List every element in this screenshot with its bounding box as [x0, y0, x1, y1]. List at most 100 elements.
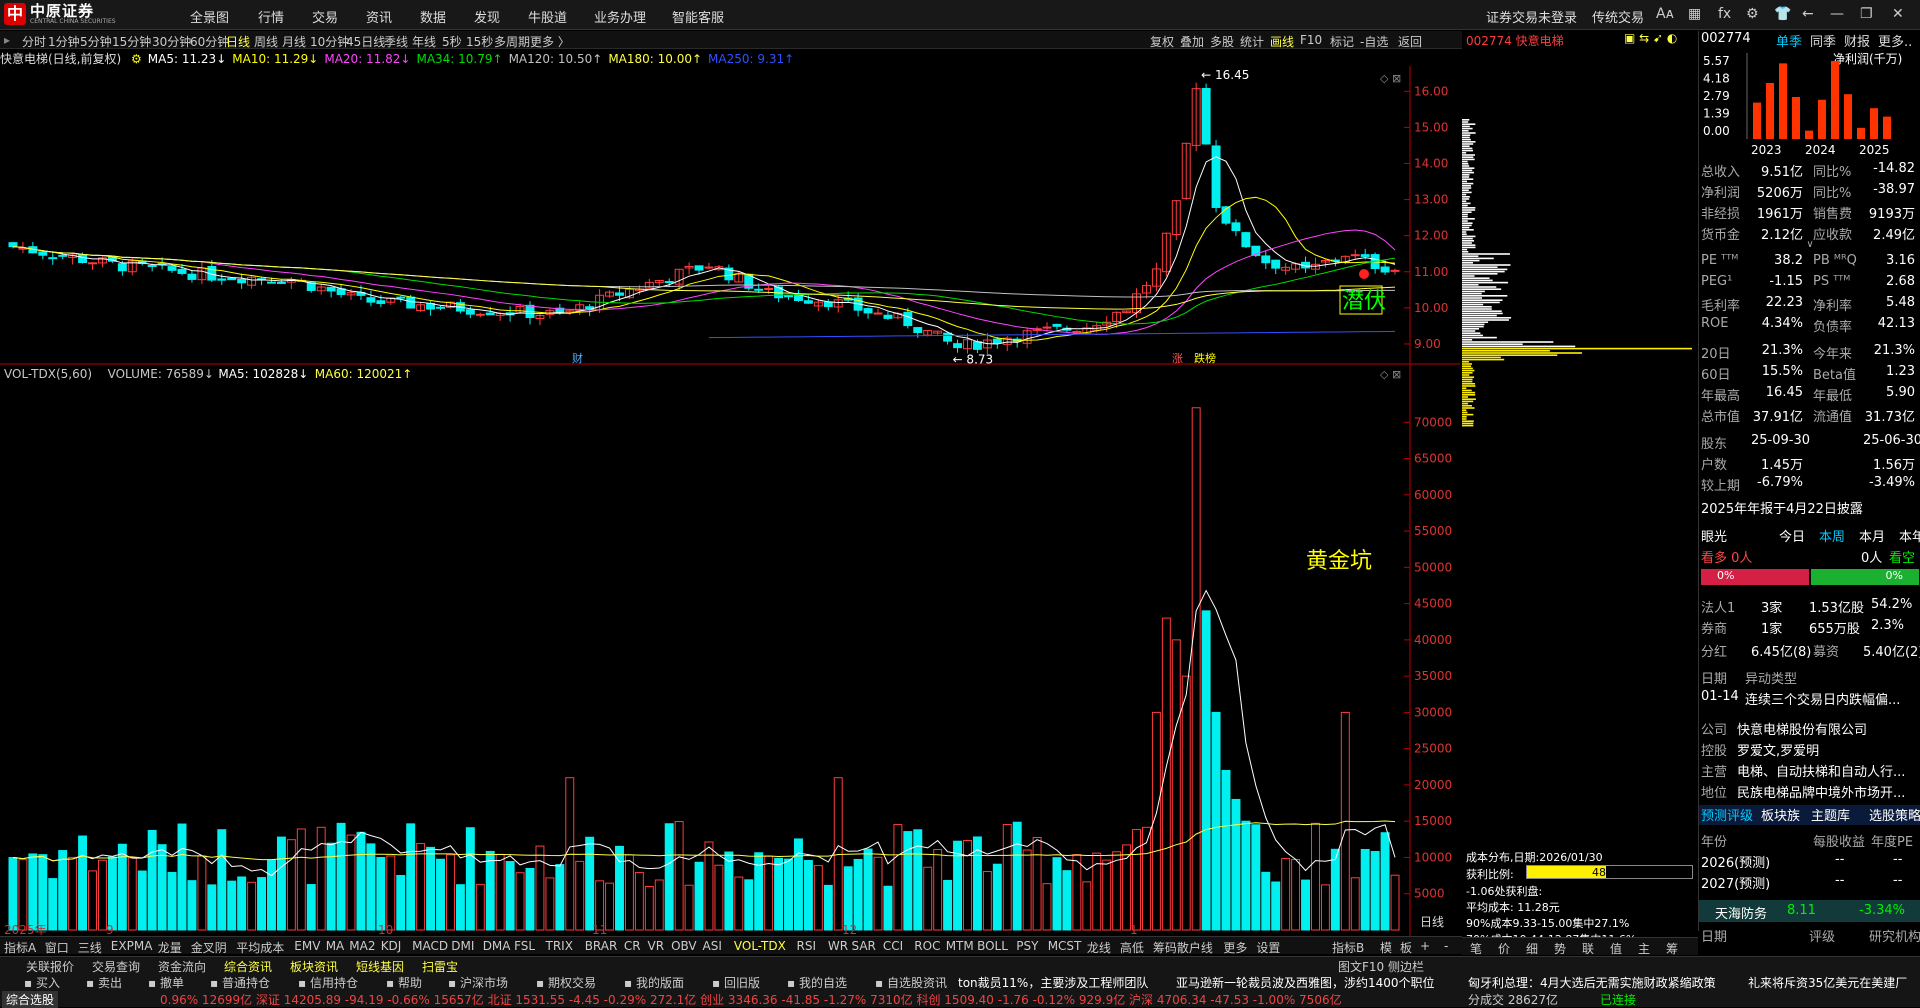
composite-select[interactable]: 综合选股 — [2, 991, 59, 1008]
status-link-5[interactable]: 短线基因 — [356, 958, 404, 975]
quick-action-3[interactable]: ▪ 普通持仓 — [210, 974, 270, 991]
period-7[interactable]: 周线 — [254, 33, 278, 50]
indicator-3[interactable]: EXPMA — [111, 939, 153, 953]
bear-label[interactable]: 看空 — [1889, 547, 1915, 566]
quick-action-6[interactable]: ▪ 沪深市场 — [448, 974, 508, 991]
indicator-19[interactable]: OBV — [671, 939, 697, 953]
chart-controls[interactable]: ◇ ⊠ — [1380, 72, 1401, 85]
quick-action-1[interactable]: ▪ 卖出 — [86, 974, 122, 991]
close-icon[interactable]: ✕ — [1892, 6, 1904, 22]
bottom-tab-0[interactable]: 预测评级 — [1701, 805, 1753, 824]
toolbar-2[interactable]: 多股 — [1210, 33, 1234, 50]
menu-service[interactable]: 智能客服 — [672, 7, 724, 26]
back-arrow-icon[interactable]: ← — [1802, 6, 1814, 22]
restore-icon[interactable]: ❐ — [1860, 6, 1873, 22]
grid-icon[interactable]: ▦ — [1688, 6, 1701, 22]
settings-icon[interactable]: ⚙ — [131, 52, 142, 66]
indicator-17[interactable]: CR — [624, 939, 641, 953]
profile-tab-2[interactable]: 细 — [1526, 940, 1538, 957]
quick-action-4[interactable]: ▪ 信用持仓 — [298, 974, 358, 991]
tab-same-quarter[interactable]: 同季 — [1810, 31, 1836, 50]
tab-quarter[interactable]: 单季 — [1776, 31, 1802, 50]
indicator-22[interactable]: RSI — [797, 939, 817, 953]
indicator-35[interactable]: 设置 — [1256, 939, 1280, 956]
period-5[interactable]: 60分钟 — [190, 33, 229, 50]
indicator-right-2[interactable]: 板 — [1400, 939, 1412, 956]
toolbar-3[interactable]: 统计 — [1240, 33, 1264, 50]
menu-trade[interactable]: 交易 — [312, 7, 338, 26]
period-6[interactable]: 日线 — [226, 33, 250, 50]
profile-tab-1[interactable]: 价 — [1498, 940, 1510, 957]
toolbar-1[interactable]: 叠加 — [1180, 33, 1204, 50]
indicator-16[interactable]: BRAR — [585, 939, 618, 953]
indicator-5[interactable]: 金叉阴 — [191, 939, 227, 956]
tab-more[interactable]: 更多.. — [1878, 31, 1912, 50]
news-3[interactable]: 匈牙利总理：4月大选后无需实施财政紧缩政策 — [1468, 974, 1716, 991]
volume-controls[interactable]: ◇ ⊠ — [1380, 368, 1401, 381]
status-link-3[interactable]: 综合资讯 — [224, 958, 272, 975]
profile-tool-icons[interactable]: ▣ ⇆ ➹ ◐ — [1624, 31, 1677, 45]
indicator-28[interactable]: BOLL — [977, 939, 1008, 953]
toolbar-0[interactable]: 复权 — [1150, 33, 1174, 50]
profile-tab-3[interactable]: 势 — [1554, 940, 1566, 957]
view-tab-4[interactable]: 本年 — [1899, 526, 1920, 545]
period-3[interactable]: 15分钟 — [112, 33, 151, 50]
view-tab-1[interactable]: 今日 — [1779, 526, 1805, 545]
news-4[interactable]: 礼来将斥资35亿美元在美建厂 — [1748, 974, 1907, 991]
period-10[interactable]: 45日线 — [346, 33, 385, 50]
indicator-right-1[interactable]: 模 — [1380, 939, 1392, 956]
login-status[interactable]: 证券交易未登录 — [1486, 7, 1577, 26]
period-9[interactable]: 10分钟 — [310, 33, 349, 50]
indicator-26[interactable]: ROC — [914, 939, 940, 953]
indicator-11[interactable]: MACD — [412, 939, 448, 953]
price-chart[interactable]: 9.00 10.00 11.00 12.00 13.00 14.00 15.00 16.00 5… — [0, 66, 1460, 956]
indicator-right-4[interactable]: - — [1444, 939, 1448, 953]
indicator-7[interactable]: EMV — [294, 939, 320, 953]
ticker-row[interactable]: 天海防务 8.11 -3.34% — [1699, 900, 1920, 922]
menu-business[interactable]: 业务办理 — [594, 7, 646, 26]
quick-action-10[interactable]: ▪ 我的自选 — [787, 974, 847, 991]
broker-logo[interactable]: 中 中原证券 CENTRAL CHINA SECURITIES — [4, 3, 116, 25]
bull-label[interactable]: 看多 0人 — [1701, 547, 1752, 566]
profile-tab-0[interactable]: 笔 — [1470, 940, 1482, 957]
indicator-30[interactable]: MCST — [1048, 939, 1082, 953]
news-2[interactable]: 亚马逊新一轮裁员波及西雅图，涉约1400个职位 — [1176, 974, 1435, 991]
shirt-icon[interactable]: 👕 — [1774, 6, 1791, 22]
status-link-2[interactable]: 资金流向 — [158, 958, 206, 975]
indicator-24[interactable]: SAR — [852, 939, 876, 953]
indicator-29[interactable]: PSY — [1016, 939, 1038, 953]
quick-action-11[interactable]: ▪ 自选股资讯 — [875, 974, 947, 991]
bottom-tab-3[interactable]: 选股策略 — [1869, 805, 1920, 824]
period-2[interactable]: 5分钟 — [80, 33, 112, 50]
font-size-icon[interactable]: Aᴀ — [1656, 6, 1674, 22]
indicator-10[interactable]: KDJ — [381, 939, 402, 953]
menu-data[interactable]: 数据 — [420, 7, 446, 26]
view-tab-2[interactable]: 本周 — [1819, 526, 1845, 545]
bottom-tab-1[interactable]: 板块族 — [1761, 805, 1800, 824]
toolbar-6[interactable]: 标记 — [1330, 33, 1354, 50]
trade-mode[interactable]: 传统交易 — [1592, 7, 1644, 26]
status-link-1[interactable]: 交易查询 — [92, 958, 140, 975]
period-16[interactable]: 更多 〉 — [530, 33, 570, 50]
view-tab-3[interactable]: 本月 — [1859, 526, 1885, 545]
quick-action-9[interactable]: ▪ 回旧版 — [712, 974, 760, 991]
gear-icon[interactable]: ⚙ — [1746, 6, 1759, 22]
indicator-21[interactable]: VOL-TDX — [734, 939, 786, 953]
quick-action-2[interactable]: ▪ 撤单 — [148, 974, 184, 991]
toolbar-8[interactable]: 返回 — [1398, 33, 1422, 50]
indicator-9[interactable]: MA2 — [349, 939, 375, 953]
indicator-31[interactable]: 龙线 — [1087, 939, 1111, 956]
event-row[interactable]: 01-14 连续三个交易日内跌幅偏... — [1699, 689, 1920, 709]
status-link-6[interactable]: 扫雷宝 — [422, 958, 458, 975]
indicator-14[interactable]: FSL — [514, 939, 535, 953]
profile-tab-7[interactable]: 筹 — [1666, 940, 1678, 957]
menu-panorama[interactable]: 全景图 — [190, 7, 229, 26]
status-link-4[interactable]: 板块资讯 — [290, 958, 338, 975]
period-12[interactable]: 年线 — [412, 33, 436, 50]
profile-tab-4[interactable]: 联 — [1582, 940, 1594, 957]
toolbar-4[interactable]: 画线 — [1270, 33, 1294, 50]
period-1[interactable]: 1分钟 — [48, 33, 80, 50]
menu-niugudao[interactable]: 牛股道 — [528, 7, 567, 26]
indicator-32[interactable]: 高低 — [1120, 939, 1144, 956]
menu-news[interactable]: 资讯 — [366, 7, 392, 26]
